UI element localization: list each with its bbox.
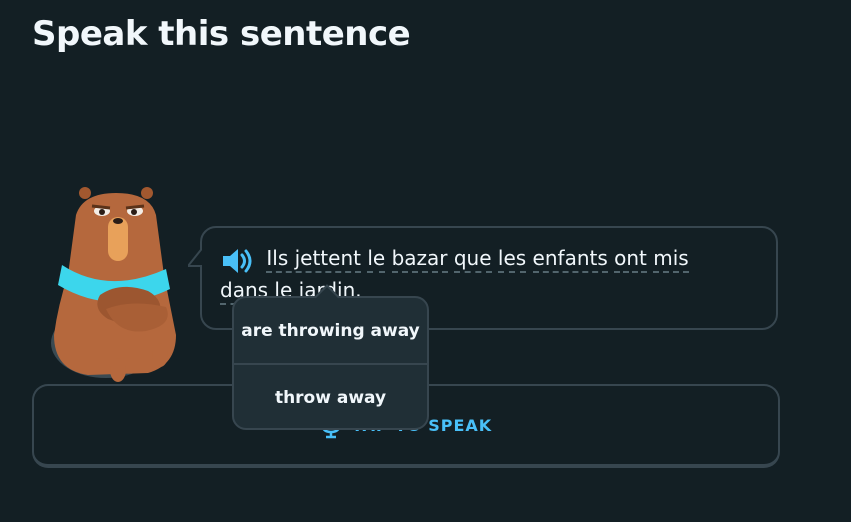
translation-option[interactable]: are throwing away [234, 298, 427, 363]
word-token[interactable]: le [367, 246, 386, 273]
word-token[interactable]: bazar [391, 246, 448, 273]
word-token[interactable]: enfants [532, 246, 608, 273]
word-token[interactable]: ont [614, 246, 647, 273]
word-token[interactable]: Ils jettent [266, 246, 361, 273]
page-title: Speak this sentence [32, 14, 411, 54]
bubble-tail [188, 246, 204, 268]
translation-option[interactable]: throw away [234, 365, 427, 430]
bear-character-illustration [51, 187, 176, 382]
word-token[interactable]: les [497, 246, 527, 273]
word-token[interactable]: que [453, 246, 492, 273]
translation-tooltip: are throwing away throw away [232, 284, 429, 430]
word-token[interactable]: mis [653, 246, 689, 273]
